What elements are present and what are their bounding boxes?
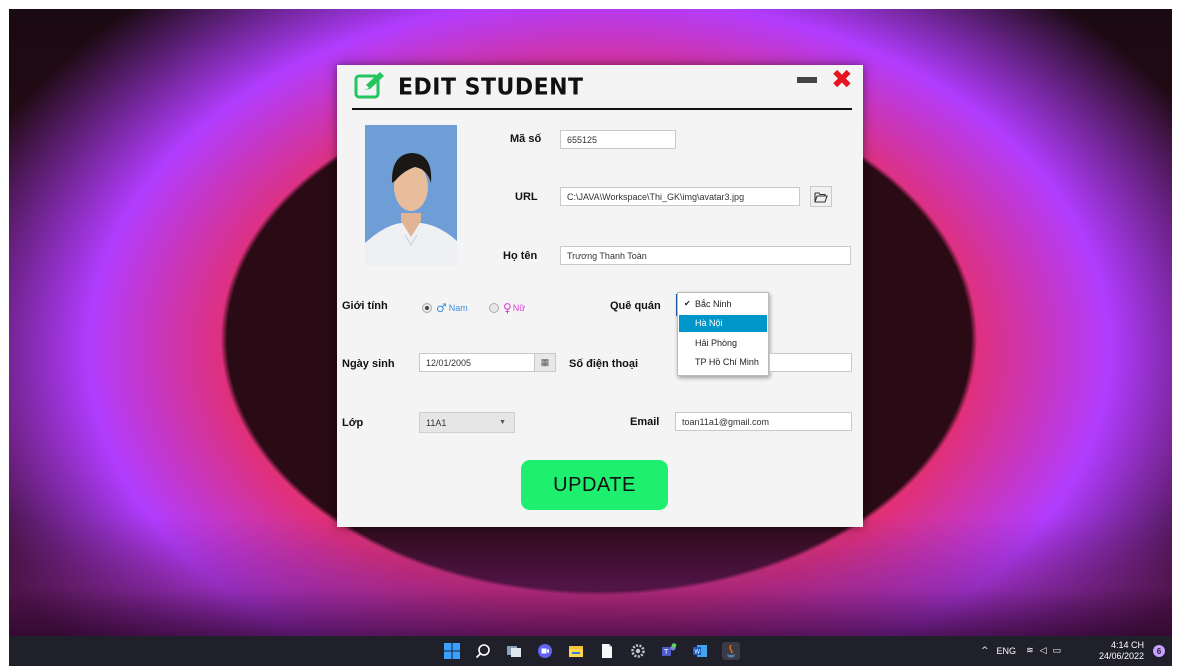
folder-open-icon [814,191,828,203]
battery-icon[interactable]: ▭ [1053,646,1062,656]
close-button[interactable]: ✖ [831,65,853,95]
gender-male-label: Nam [448,303,468,313]
gender-female-label: Nữ [512,303,526,313]
male-symbol-icon: ♂ [436,301,447,315]
notepad-icon[interactable] [598,642,616,660]
hometown-label: Quê quán [610,300,661,312]
search-icon[interactable] [474,642,492,660]
hometown-option[interactable]: TP Hồ Chí Minh [679,354,767,371]
phone-label: Số điện thoại [569,358,639,370]
taskbar: T W ^ ENG ≋ ◁ ▭ 4:14 CH 24/06/2022 6 [9,636,1172,666]
calendar-icon: ▦ [540,357,550,367]
svg-text:T: T [663,648,669,656]
calendar-button[interactable]: ▦ [534,353,556,372]
file-explorer-icon[interactable] [567,642,585,660]
teams-icon[interactable]: T [660,642,678,660]
settings-icon[interactable] [629,642,647,660]
java-icon[interactable] [722,642,740,660]
hometown-dropdown-list[interactable]: ✔ Bắc Ninh Hà Nội Hải Phòng TP Hồ Chí Mi… [677,292,769,376]
student-id-label: Mã số [510,133,542,145]
system-tray: ^ ENG ≋ ◁ ▭ [981,636,1061,666]
task-view-icon[interactable] [505,642,523,660]
language-indicator[interactable]: ENG [997,646,1017,656]
window-title: EDIT STUDENT [398,74,584,101]
update-button[interactable]: UPDATE [521,460,668,510]
wifi-icon[interactable]: ≋ [1026,646,1034,656]
chevron-down-icon: ▼ [499,419,506,426]
email-label: Email [630,416,660,428]
url-field[interactable]: C:\JAVA\Workspace\Thi_GK\img\avatar3.jpg [560,187,800,206]
gender-radio-female[interactable]: ♀ Nữ [489,301,525,315]
radio-button-female[interactable] [489,303,499,313]
title-divider [352,108,852,110]
clock-date: 24/06/2022 [1098,651,1144,661]
volume-icon[interactable]: ◁ [1040,646,1047,656]
word-icon[interactable]: W [691,642,709,660]
phone-field[interactable] [769,353,852,372]
gender-radio-male[interactable]: ♂ Nam [422,301,468,315]
windows-start-icon[interactable] [443,642,461,660]
edit-icon [354,72,384,99]
student-avatar [365,125,457,266]
hometown-option[interactable]: Hải Phòng [679,335,767,352]
fullname-label: Họ tên [503,250,538,262]
class-label: Lớp [342,417,364,429]
student-id-field[interactable]: 655125 [560,130,676,149]
hometown-option[interactable]: Hà Nội [679,315,767,332]
female-symbol-icon: ♀ [503,301,512,315]
check-icon: ✔ [684,299,691,308]
class-select[interactable]: 11A1 ▼ [419,412,515,433]
radio-button-male[interactable] [422,303,432,313]
hometown-option[interactable]: ✔ Bắc Ninh [679,296,767,313]
clock-time: 4:14 CH [1110,640,1144,650]
chevron-up-icon[interactable]: ^ [981,646,989,656]
email-field[interactable]: toan11a1@gmail.com [675,412,852,431]
fullname-field[interactable]: Trương Thanh Toàn [560,246,851,265]
browse-folder-button[interactable] [810,186,832,207]
minimize-button[interactable] [797,77,817,83]
notification-badge[interactable]: 6 [1153,645,1165,657]
svg-text:W: W [694,649,700,656]
url-label: URL [515,191,538,203]
birthdate-field[interactable]: 12/01/2005 [419,353,535,372]
clock[interactable]: 4:14 CH 24/06/2022 [1099,640,1144,662]
birthdate-label: Ngày sinh [342,358,395,370]
gender-label: Giới tính [342,300,388,312]
class-select-value: 11A1 [426,418,447,428]
chat-icon[interactable] [536,642,554,660]
edit-student-window: EDIT STUDENT ✖ Mã số 655125 URL C:\JAVA\… [337,65,863,527]
